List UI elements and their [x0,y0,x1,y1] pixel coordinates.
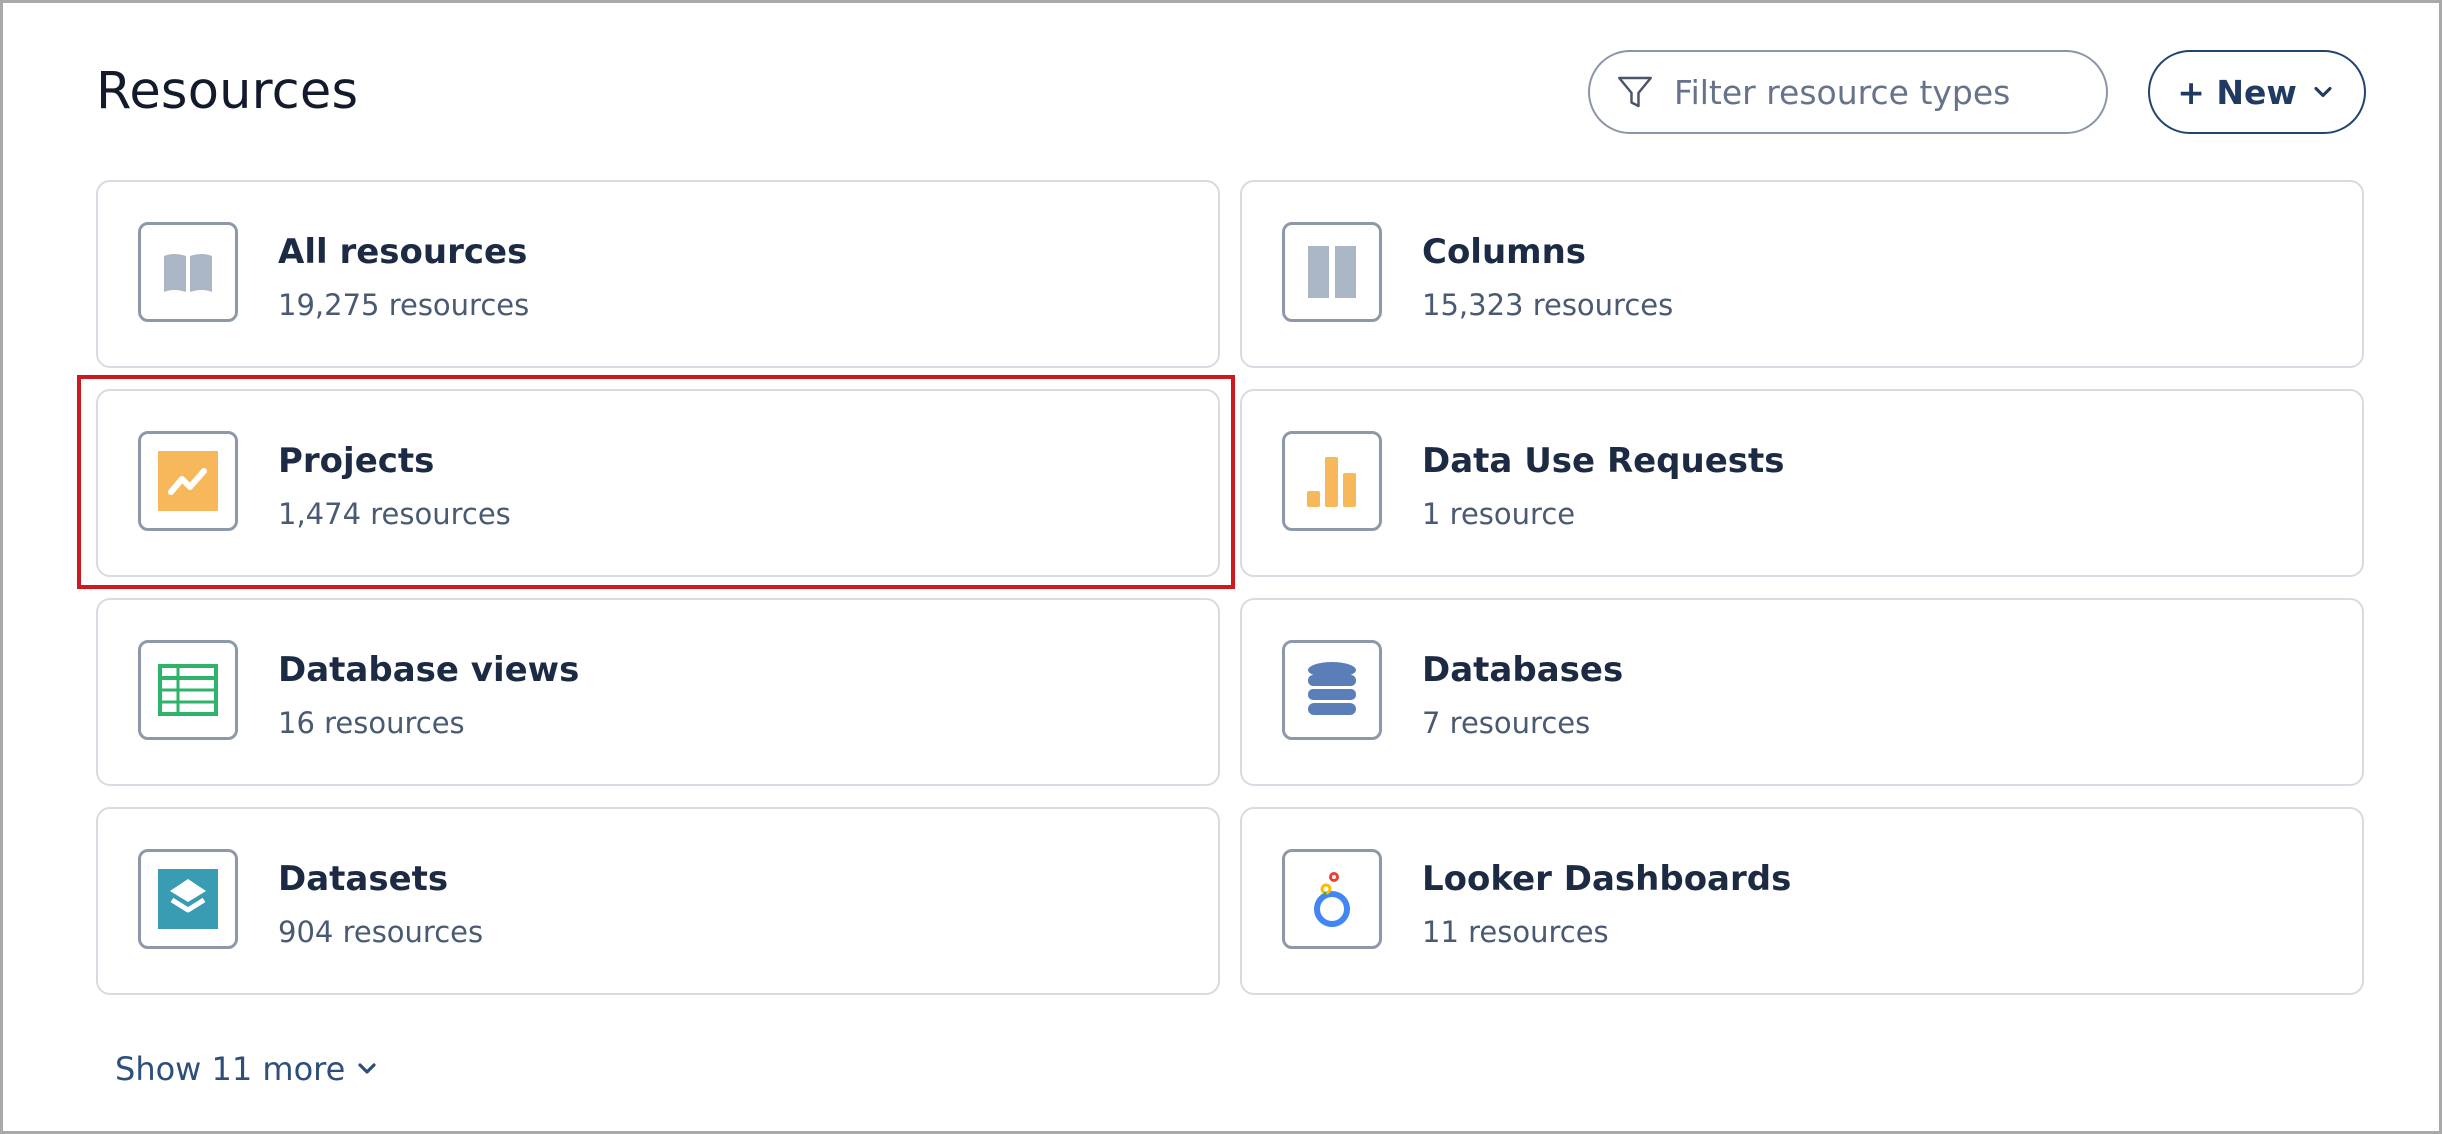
page-title: Resources [96,62,359,121]
show-more-link[interactable]: Show 11 more [115,1050,379,1088]
resource-card-databases[interactable]: Databases 7 resources [1240,598,2364,786]
chevron-down-icon [2314,86,2332,98]
book-icon [164,254,212,292]
resource-card-database-views[interactable]: Database views 16 resources [96,598,1220,786]
card-count: 11 resources [1422,915,1609,949]
filter-input[interactable] [1672,71,2076,113]
card-count: 15,323 resources [1422,288,1674,322]
card-title: Columns [1422,232,1587,272]
resource-card-data-use-requests[interactable]: Data Use Requests 1 resource [1240,389,2364,577]
card-count: 904 resources [278,915,484,949]
resource-card-looker-dashboards[interactable]: Looker Dashboards 11 resources [1240,807,2364,995]
card-title: Looker Dashboards [1422,859,1792,899]
card-title: Database views [278,650,580,690]
new-button-label: + New [2177,72,2297,112]
filter-icon [1618,76,1652,108]
project-trend-icon [158,451,218,511]
table-grid-icon [158,664,218,716]
new-button[interactable]: + New [2148,50,2366,134]
bar-chart-icon [1307,457,1356,507]
card-count: 16 resources [278,706,465,740]
card-count: 19,275 resources [278,288,530,322]
show-more-label: Show 11 more [115,1050,346,1088]
chevron-down-icon [358,1063,376,1074]
resource-card-datasets[interactable]: Datasets 904 resources [96,807,1220,995]
resource-card-all-resources[interactable]: All resources 19,275 resources [96,180,1220,368]
card-count: 1 resource [1422,497,1576,531]
looker-icon [1314,872,1350,927]
card-title: Projects [278,441,435,481]
card-title: Datasets [278,859,449,899]
database-icon [1308,662,1356,715]
resource-card-projects[interactable]: Projects 1,474 resources [96,389,1220,577]
card-title: Data Use Requests [1422,441,1785,481]
resource-card-columns[interactable]: Columns 15,323 resources [1240,180,2364,368]
filter-resource-types-field[interactable] [1588,50,2108,134]
card-count: 1,474 resources [278,497,511,531]
card-count: 7 resources [1422,706,1591,740]
columns-icon [1308,246,1356,298]
layers-icon [158,869,218,929]
card-title: Databases [1422,650,1624,690]
card-title: All resources [278,232,528,272]
